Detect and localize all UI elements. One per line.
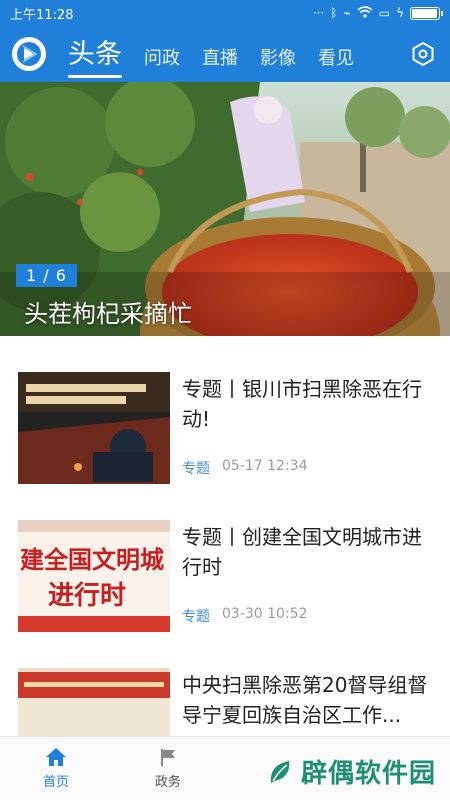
bottom-tab-label: 首页 [42, 775, 69, 790]
status-bar: 上午11:28 ··· ᛒ ⌁ ▭ ϟ [0, 0, 450, 26]
bottom-tab-government[interactable]: 政务 [112, 737, 224, 800]
tab-images[interactable]: 影像 [260, 50, 296, 68]
news-time: 05-17 12:34 [222, 458, 308, 474]
hero-caption: 头茬枸杞采摘忙 [24, 300, 192, 328]
wifi-icon [357, 5, 373, 21]
home-icon [46, 748, 66, 766]
status-time: 上午11:28 [10, 7, 74, 23]
news-title: 专题丨银川市扫黑除恶在行动! [182, 377, 422, 431]
news-meta: 专题 03-30 10:52 [182, 606, 307, 626]
status-icons: ··· ᛒ ⌁ ▭ ϟ [312, 5, 443, 21]
leaf-logo-icon [270, 760, 290, 783]
news-tag: 专题 [182, 609, 210, 625]
app-logo-icon[interactable] [12, 37, 46, 71]
top-nav: 头条 问政 直播 影像 看见 [0, 26, 450, 82]
list-item[interactable]: 建全国文明城 进行时 专题丨创建全国文明城市进行时 专题 03-30 10:52 [0, 484, 450, 634]
news-tag: 专题 [182, 461, 210, 477]
thumb-text-line2: 进行时 [48, 580, 126, 611]
news-thumbnail: 建全国文明城 进行时 [18, 520, 170, 632]
bottom-tab-label: 政务 [154, 775, 181, 790]
tab-see[interactable]: 看见 [318, 50, 354, 68]
tab-live[interactable]: 直播 [202, 50, 238, 68]
app-screen: 上午11:28 ··· ᛒ ⌁ ▭ ϟ 头条 问政 直播 影像 看见 1 / 6… [0, 0, 450, 800]
thumb-text-line1: 建全国文明城 [20, 546, 164, 574]
bottom-tab-home[interactable]: 首页 [0, 737, 112, 800]
bluetooth-icon: ᛒ [330, 6, 338, 20]
carousel-counter: 1 / 6 [16, 264, 77, 287]
signal-icon: ··· [312, 6, 325, 20]
mute-icon: ⌁ [343, 6, 351, 20]
tab-inquiry[interactable]: 问政 [144, 50, 180, 68]
news-thumbnail [18, 372, 170, 484]
channel-tabs: 头条 问政 直播 影像 看见 [68, 26, 408, 82]
list-item[interactable]: 专题丨银川市扫黑除恶在行动! 专题 05-17 12:34 [0, 336, 450, 486]
battery-fill [412, 8, 437, 18]
news-title: 中央扫黑除恶第20督导组督导宁夏回族自治区工作... [182, 673, 428, 727]
news-time: 03-30 10:52 [222, 606, 308, 622]
settings-hexagon-icon[interactable] [408, 39, 438, 69]
watermark: 辟偶软件园 [265, 753, 436, 790]
tab-headlines[interactable]: 头条 [68, 41, 122, 78]
battery-icon [410, 6, 443, 20]
news-title: 专题丨创建全国文明城市进行时 [182, 525, 422, 579]
hero-carousel[interactable]: 1 / 6 头茬枸杞采摘忙 [0, 82, 450, 336]
watermark-text: 辟偶软件园 [300, 759, 436, 789]
charging-icon: ϟ [396, 6, 404, 20]
sim-icon: ▭ [378, 6, 391, 20]
flag-icon [161, 749, 175, 766]
news-meta: 专题 05-17 12:34 [182, 458, 307, 478]
